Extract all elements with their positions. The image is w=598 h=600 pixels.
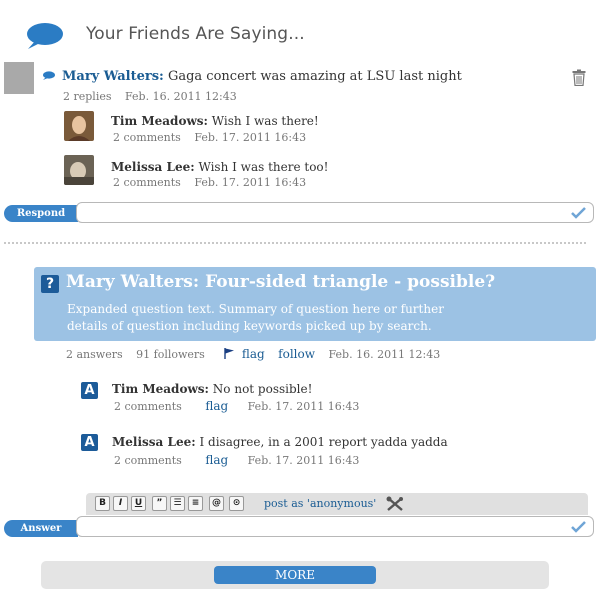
flag-link[interactable]: flag: [205, 453, 228, 467]
comment-date: Feb. 17. 2011 16:43: [194, 131, 307, 144]
answer-icon: A: [81, 434, 98, 451]
avatar-photo-icon: [64, 155, 94, 185]
question-body-line: details of question including keywords p…: [67, 319, 432, 333]
comment-icon: [43, 71, 55, 80]
mention-button[interactable]: @: [209, 496, 224, 511]
avatar[interactable]: [64, 111, 94, 141]
bold-button[interactable]: B: [95, 496, 110, 511]
post-text: Mary Walters: Gaga concert was amazing a…: [62, 69, 462, 84]
answer-date: Feb. 17. 2011 16:43: [247, 454, 360, 467]
answer-icon: A: [81, 382, 98, 399]
replies-count[interactable]: 2 replies: [63, 90, 112, 103]
flag-link[interactable]: flag: [242, 347, 265, 361]
question-meta: 2 answers 91 followers flag follow Feb. …: [66, 347, 450, 361]
answer-text: Tim Meadows: No not possible!: [112, 382, 312, 396]
follow-link[interactable]: follow: [278, 347, 315, 361]
post-meta: 2 replies Feb. 16. 2011 12:43: [63, 90, 247, 103]
answer-author[interactable]: Melissa Lee:: [112, 435, 196, 449]
answer-label: Answer: [4, 520, 78, 537]
comment-author[interactable]: Tim Meadows:: [111, 114, 208, 128]
answer-text: Melissa Lee: I disagree, in a 2001 repor…: [112, 435, 448, 449]
tools-icon[interactable]: [386, 496, 404, 512]
flag-link[interactable]: flag: [205, 399, 228, 413]
comments-count[interactable]: 2 comments: [113, 131, 181, 144]
comments-count[interactable]: 2 comments: [114, 454, 182, 467]
post-date: Feb. 16. 2011 12:43: [125, 90, 237, 103]
answer-meta: 2 comments flag Feb. 17. 2011 16:43: [114, 453, 369, 467]
question-body: Expanded question text. Summary of quest…: [67, 301, 567, 335]
post-author[interactable]: Mary Walters:: [62, 69, 164, 84]
respond-label: Respond: [4, 205, 78, 222]
question-body-line: Expanded question text. Summary of quest…: [67, 302, 444, 316]
page-title: Your Friends Are Saying...: [86, 24, 305, 44]
question-icon: ?: [41, 275, 59, 293]
answers-count[interactable]: 2 answers: [66, 348, 123, 361]
question-title[interactable]: Mary Walters: Four-sided triangle - poss…: [66, 272, 495, 292]
post-as-anonymous-link[interactable]: post as 'anonymous': [264, 497, 376, 510]
speech-bubble-icon: [27, 23, 63, 49]
comment-text: Melissa Lee: Wish I was there too!: [111, 160, 328, 174]
comment-text: Tim Meadows: Wish I was there!: [111, 114, 319, 128]
comment-author[interactable]: Melissa Lee:: [111, 160, 195, 174]
followers-count: 91 followers: [136, 348, 205, 361]
post-message: Gaga concert was amazing at LSU last nig…: [167, 69, 462, 84]
answer-date: Feb. 17. 2011 16:43: [247, 400, 360, 413]
link-button[interactable]: ⊙: [229, 496, 244, 511]
comments-count[interactable]: 2 comments: [113, 176, 181, 189]
answer-message: I disagree, in a 2001 report yadda yadda: [199, 435, 448, 449]
divider: [4, 242, 586, 244]
avatar[interactable]: [64, 155, 94, 185]
answer-meta: 2 comments flag Feb. 17. 2011 16:43: [114, 399, 369, 413]
answer-author[interactable]: Tim Meadows:: [112, 382, 209, 396]
answer-input[interactable]: [76, 516, 594, 537]
italic-button[interactable]: I: [113, 496, 128, 511]
avatar-photo-icon: [64, 111, 94, 141]
underline-button[interactable]: U: [131, 496, 146, 511]
respond-input[interactable]: [76, 202, 594, 223]
more-button[interactable]: MORE: [214, 566, 376, 584]
comment-date: Feb. 17. 2011 16:43: [194, 176, 307, 189]
comments-count[interactable]: 2 comments: [114, 400, 182, 413]
comment-message: Wish I was there too!: [198, 160, 329, 174]
trash-icon[interactable]: [572, 69, 586, 86]
flag-icon[interactable]: [224, 348, 235, 359]
answer-message: No not possible!: [212, 382, 313, 396]
avatar[interactable]: [4, 62, 34, 94]
unordered-list-button[interactable]: ≡: [188, 496, 203, 511]
comment-meta: 2 comments Feb. 17. 2011 16:43: [113, 176, 316, 189]
editor-toolbar: B I U ” ☰ ≡ @ ⊙ post as 'anonymous': [86, 493, 588, 515]
check-icon[interactable]: [571, 207, 586, 219]
question-date: Feb. 16. 2011 12:43: [328, 348, 441, 361]
comment-message: Wish I was there!: [211, 114, 319, 128]
comment-meta: 2 comments Feb. 17. 2011 16:43: [113, 131, 316, 144]
ordered-list-button[interactable]: ☰: [170, 496, 185, 511]
quote-button[interactable]: ”: [152, 496, 167, 511]
check-icon[interactable]: [571, 521, 586, 533]
